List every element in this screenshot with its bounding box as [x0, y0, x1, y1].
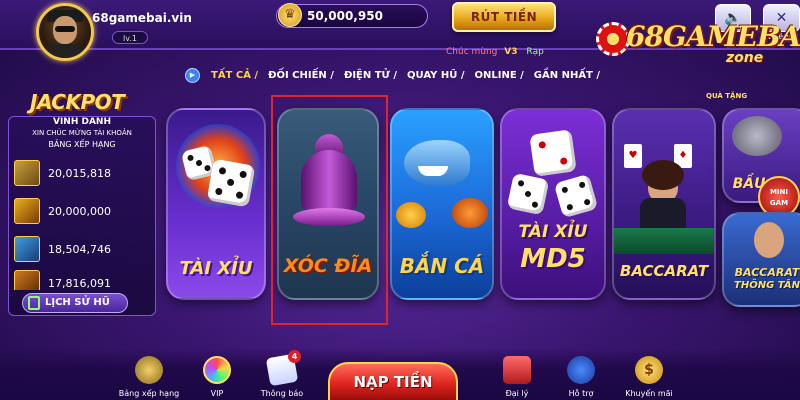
- dice-icon: [506, 172, 550, 216]
- dealer-dress: [640, 198, 686, 232]
- deposit-button[interactable]: NẠP TIỀN: [328, 362, 458, 400]
- nav-support[interactable]: Hỗ trợ: [550, 356, 612, 400]
- game-card-baccarat[interactable]: ♥ ♦ BACCARAT: [612, 108, 716, 300]
- avatar-suit: [45, 44, 85, 58]
- user-avatar[interactable]: [36, 3, 94, 61]
- playing-card-icon: ♥: [624, 144, 642, 168]
- dice-icon: [553, 173, 599, 219]
- game-thumbnail: [14, 160, 40, 186]
- dice-icon: [206, 158, 256, 208]
- game-thumbnail: [14, 198, 40, 224]
- tab-online[interactable]: ONLINE /: [469, 70, 528, 81]
- user-level-badge: lv.1: [112, 31, 148, 44]
- wheel-icon: [203, 356, 231, 384]
- fish-icon: [396, 202, 426, 228]
- jackpot-amount: 17,816,091: [48, 277, 111, 290]
- winner-ticker: Chúc mừng V3 Rạp: [446, 47, 544, 57]
- nav-notifications-label: Thông báo: [260, 389, 304, 398]
- nav-leaderboard[interactable]: Bảng xếp hạng: [118, 356, 180, 400]
- history-icon: [28, 296, 40, 310]
- gift-box-icon: [503, 356, 531, 384]
- tab-all[interactable]: TẤT CẢ /: [206, 70, 263, 81]
- leaderboard-board-title: BẢNG XẾP HẠNG: [48, 140, 116, 149]
- dealer-figure: [754, 222, 784, 258]
- brand-logo-text: 68GAMEBAI: [626, 20, 800, 53]
- notification-count-badge: 4: [288, 350, 301, 363]
- play-icon: ▶: [185, 67, 200, 83]
- nav-agent-label: Đại lý: [505, 389, 529, 398]
- coin-icon: $: [635, 356, 663, 384]
- leaderboard-row: 17,816,091: [14, 270, 152, 290]
- balance-amount: 50,000,950: [307, 9, 383, 23]
- withdraw-button[interactable]: RÚT TIỀN: [452, 2, 556, 32]
- nav-support-label: Hỗ trợ: [568, 389, 594, 398]
- headset-icon: [567, 356, 595, 384]
- selection-highlight: [271, 95, 388, 325]
- game-card-baccarat-thong-tan[interactable]: BACCARAT THÔNG TÂN: [722, 212, 800, 307]
- nav-promotions-label: Khuyến mãi: [625, 389, 673, 398]
- card-table: [614, 228, 714, 254]
- category-nav: ▶ TẤT CẢ / ĐỐI CHIẾN / ĐIỆN TỬ / QUAY HŨ…: [185, 67, 605, 83]
- game-subtitle: THÔNG TÂN: [734, 280, 800, 291]
- jackpot-amount: 20,015,818: [48, 167, 111, 180]
- jackpot-amount: 18,504,746: [48, 243, 111, 256]
- jackpot-title: JACKPOT: [30, 90, 125, 114]
- dealer-hair: [642, 160, 684, 190]
- gift-label[interactable]: QUÀ TẶNG: [706, 92, 747, 100]
- crown-icon: ♛: [278, 3, 302, 27]
- nav-vip[interactable]: VIP: [186, 356, 248, 400]
- avatar-sunglasses: [55, 26, 75, 32]
- leaderboard-row: 20,000,000: [14, 198, 152, 226]
- game-thumbnail: [14, 270, 40, 290]
- trophy-icon: [135, 356, 163, 384]
- nav-vip-label: VIP: [210, 389, 224, 398]
- fish-icon: [452, 198, 488, 228]
- ticker-highlight: V3: [504, 47, 518, 57]
- game-thumbnail: [14, 236, 40, 262]
- game-title: TÀI XỈU: [179, 258, 253, 279]
- leaderboard-row: 20,015,818: [14, 160, 152, 188]
- leaderboard-row: 18,504,746: [14, 236, 152, 264]
- game-card-tai-xiu[interactable]: TÀI XỈU: [166, 108, 266, 300]
- game-title: BACCARAT: [734, 266, 800, 279]
- site-name: 68gamebai.vin: [92, 11, 192, 25]
- tab-pvp[interactable]: ĐỐI CHIẾN /: [263, 70, 339, 81]
- nav-leaderboard-label: Bảng xếp hạng: [118, 389, 180, 398]
- brand-logo-zone: zone: [726, 50, 764, 66]
- game-card-tai-xiu-md5[interactable]: TÀI XỈU MD5: [500, 108, 606, 300]
- tab-slots[interactable]: QUAY HŨ /: [402, 70, 469, 81]
- nav-agent[interactable]: Đại lý: [486, 356, 548, 400]
- nav-promotions[interactable]: $ Khuyến mãi: [618, 356, 680, 400]
- game-card-ban-ca[interactable]: BẮN CÁ: [390, 108, 494, 300]
- ticker-prefix: Chúc mừng: [446, 47, 498, 57]
- leaderboard-subheading: XIN CHÚC MỪNG TÀI KHOẢN: [32, 129, 132, 137]
- leaderboard-heading: VINH DANH: [52, 117, 111, 127]
- game-title: BẮN CÁ: [399, 254, 485, 278]
- bowl-icon: [732, 116, 782, 156]
- shark-icon: [404, 140, 470, 186]
- nav-notifications[interactable]: Thông báo: [251, 353, 313, 400]
- dice-icon: [529, 129, 577, 177]
- casino-chip-icon: [596, 22, 630, 56]
- tab-electronic[interactable]: ĐIỆN TỬ /: [339, 70, 402, 81]
- jackpot-amount: 20,000,000: [48, 205, 111, 218]
- tab-recent[interactable]: GẦN NHẤT /: [529, 70, 605, 81]
- game-title: TÀI XỈU: [518, 222, 588, 242]
- ticker-suffix: Rạp: [526, 47, 544, 57]
- game-title: BACCARAT: [619, 262, 709, 280]
- game-subtitle: MD5: [520, 244, 586, 274]
